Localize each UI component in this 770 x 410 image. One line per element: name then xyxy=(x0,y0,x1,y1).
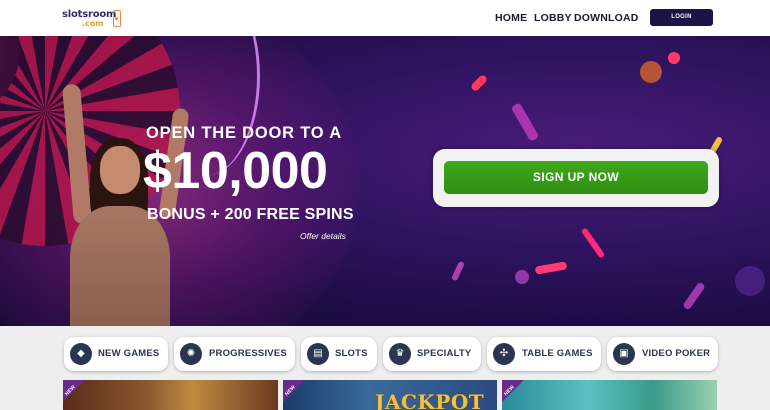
confetti-piece xyxy=(469,73,489,93)
roulette-wheel-center xyxy=(0,36,20,116)
chip-icon: ✺ xyxy=(180,343,202,365)
game-tile[interactable]: NEW JACKPOT xyxy=(283,380,497,410)
person-head xyxy=(100,146,140,194)
confetti-piece xyxy=(515,270,529,284)
jackpot-title: JACKPOT xyxy=(375,390,485,410)
door-logo-icon xyxy=(113,10,121,27)
poker-card-icon: ▣ xyxy=(613,343,635,365)
game-tile[interactable]: NEW xyxy=(502,380,717,410)
category-slots[interactable]: ▤ SLOTS xyxy=(301,337,377,371)
category-label: SLOTS xyxy=(335,348,368,359)
category-table-games[interactable]: ✣ TABLE GAMES xyxy=(487,337,601,371)
nav-lobby-link[interactable]: LOBBY xyxy=(534,12,572,24)
person-arm-left xyxy=(61,83,93,225)
game-tile[interactable]: NEW xyxy=(63,380,278,410)
site-logo[interactable]: slotsroom .com xyxy=(62,9,122,29)
category-new-games[interactable]: ◆ NEW GAMES xyxy=(64,337,168,371)
confetti-piece xyxy=(534,261,568,275)
category-bar: ◆ NEW GAMES ✺ PROGRESSIVES ▤ SLOTS ♛ SPE… xyxy=(0,326,770,410)
hero-banner: OPEN THE DOOR TO A $10,000 BONUS + 200 F… xyxy=(0,36,770,326)
confetti-piece xyxy=(668,52,680,64)
hero-bonus-amount: $10,000 xyxy=(143,142,328,200)
offer-details-link[interactable]: Offer details xyxy=(300,231,346,241)
confetti-piece xyxy=(735,266,765,296)
category-video-poker[interactable]: ▣ VIDEO POKER xyxy=(607,337,718,371)
hero-bonus-text: BONUS + 200 FREE SPINS xyxy=(147,206,354,223)
category-label: VIDEO POKER xyxy=(642,348,711,359)
category-specialty[interactable]: ♛ SPECIALTY xyxy=(383,337,481,371)
nav-home-link[interactable]: HOME xyxy=(495,12,527,24)
login-button[interactable]: LOGIN xyxy=(650,9,713,26)
category-progressives[interactable]: ✺ PROGRESSIVES xyxy=(174,337,295,371)
category-label: NEW GAMES xyxy=(98,348,160,359)
confetti-piece xyxy=(580,227,606,259)
category-label: TABLE GAMES xyxy=(522,348,593,359)
confetti-piece xyxy=(510,102,540,142)
slot-machine-icon: ▤ xyxy=(307,343,329,365)
logo-domain-text: .com xyxy=(82,19,104,28)
confetti-piece xyxy=(640,61,662,83)
sign-up-button[interactable]: SIGN UP NOW xyxy=(444,161,708,194)
signup-container: SIGN UP NOW xyxy=(433,149,719,207)
nav-download-link[interactable]: DOWNLOAD xyxy=(574,12,639,24)
confetti-piece xyxy=(682,281,706,311)
confetti-piece xyxy=(451,260,465,282)
person-body xyxy=(70,206,170,326)
category-label: SPECIALTY xyxy=(417,348,472,359)
cards-icon: ✣ xyxy=(493,343,515,365)
diamond-icon: ◆ xyxy=(70,343,92,365)
category-label: PROGRESSIVES xyxy=(209,348,287,359)
top-navigation-bar: slotsroom .com HOME LOBBY DOWNLOAD LOGIN xyxy=(0,0,770,36)
crown-icon: ♛ xyxy=(389,343,411,365)
